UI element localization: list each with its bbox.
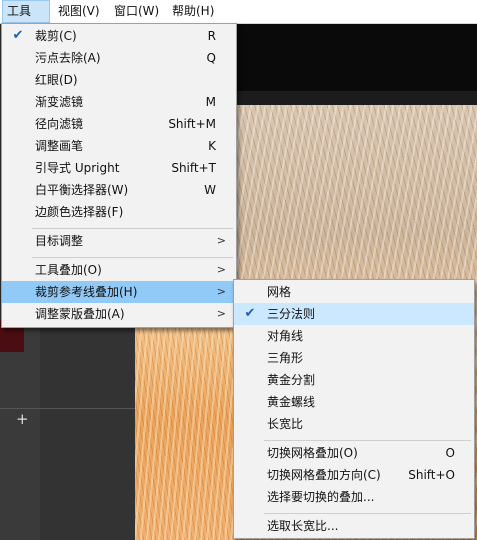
menu-item-shortcut: W [204,183,216,197]
menu-separator [32,257,233,258]
submenu-arrow-icon: > [216,263,226,276]
submenu-item-triangle[interactable]: 三角形 [234,347,474,369]
submenu-item-toggle-grid-overlay[interactable]: 切换网格叠加(O) O [234,442,474,464]
menu-item-label: 白平衡选择器(W) [35,183,129,197]
menu-item-label: 引导式 Upright [35,161,120,175]
menu-item-crop-guide-overlay[interactable]: 裁剪参考线叠加(H) > [2,281,236,303]
submenu-item-grid[interactable]: 网格 [234,281,474,303]
menu-item-label: 网格 [267,285,292,299]
menu-item-label: 径向滤镜 [35,117,84,131]
menu-help[interactable]: 帮助(H) [168,0,218,23]
panel-divider [0,408,135,409]
menu-item-label: 污点去除(A) [35,51,101,65]
menu-item-label: 工具叠加(O) [35,263,102,277]
submenu-item-diagonal[interactable]: 对角线 [234,325,474,347]
menu-item-label: 选取长宽比... [267,519,339,533]
submenu-arrow-icon: > [216,234,226,247]
submenu-item-choose-overlays[interactable]: 选择要切换的叠加... [234,486,474,508]
photo-preview-lower[interactable] [135,320,236,540]
menu-item-label: 黄金螺线 [267,395,316,409]
menu-item-label: 切换网格叠加(O) [267,446,358,460]
check-icon: ✔ [12,28,24,43]
menu-item-guided-upright[interactable]: 引导式 Upright Shift+T [2,157,236,179]
menu-item-label: 裁剪参考线叠加(H) [35,285,138,299]
menu-separator [264,513,471,514]
tools-menu: ✔ 裁剪(C) R 污点去除(A) Q 红眼(D) 渐变滤镜 M 径向滤镜 Sh… [1,23,237,328]
menu-item-label: 三分法则 [267,307,316,321]
submenu-item-aspect-ratio[interactable]: 长宽比 [234,413,474,435]
menu-item-white-balance-selector[interactable]: 白平衡选择器(W) W [2,179,236,201]
menu-item-tool-overlay[interactable]: 工具叠加(O) > [2,259,236,281]
toolbar-dark-area [236,23,477,91]
menu-item-shortcut: R [207,29,216,43]
menu-item-shortcut: M [205,95,216,109]
submenu-item-choose-aspect-ratios[interactable]: 选取长宽比... [234,515,474,537]
menu-item-shortcut: O [445,446,455,460]
menu-window[interactable]: 窗口(W) [110,0,163,23]
menu-item-graduated-filter[interactable]: 渐变滤镜 M [2,91,236,113]
menu-item-shortcut: Q [206,51,216,65]
submenu-item-rule-of-thirds[interactable]: ✔ 三分法则 [234,303,474,325]
check-icon: ✔ [244,306,256,321]
menu-item-label: 调整蒙版叠加(A) [35,307,125,321]
menu-item-red-eye[interactable]: 红眼(D) [2,69,236,91]
menu-item-shortcut: Shift+T [171,161,216,175]
menu-tools[interactable]: 工具(T) [2,0,50,39]
crop-overlay-submenu: 网格 ✔ 三分法则 对角线 三角形 黄金分割 黄金螺线 长宽比 切换网格叠加(O… [233,279,475,539]
menu-item-adjustment-brush[interactable]: 调整画笔 K [2,135,236,157]
menu-item-label: 调整画笔 [35,139,84,153]
menu-item-label: 选择要切换的叠加... [267,490,375,504]
menu-item-shortcut: Shift+O [408,468,455,482]
menu-item-label: 切换网格叠加方向(C) [267,468,381,482]
submenu-item-toggle-overlay-direction[interactable]: 切换网格叠加方向(C) Shift+O [234,464,474,486]
menu-item-label: 长宽比 [267,417,304,431]
toolbar-strip [236,91,477,105]
menu-item-edge-color-selector[interactable]: 边颜色选择器(F) [2,201,236,223]
submenu-item-golden-ratio[interactable]: 黄金分割 [234,369,474,391]
menu-item-label: 三角形 [267,351,304,365]
menu-item-mask-overlay[interactable]: 调整蒙版叠加(A) > [2,303,236,325]
menu-item-label: 目标调整 [35,234,84,248]
menu-separator [32,228,233,229]
add-icon[interactable]: + [16,411,34,427]
menu-bar: 工具(T) 视图(V) 窗口(W) 帮助(H) [0,0,477,39]
menu-item-label: 对角线 [267,329,304,343]
menu-item-label: 黄金分割 [267,373,316,387]
panel-strip [40,320,135,540]
menu-item-shortcut: K [208,139,216,153]
menu-item-radial-filter[interactable]: 径向滤镜 Shift+M [2,113,236,135]
menu-item-label: 边颜色选择器(F) [35,205,124,219]
menu-item-crop[interactable]: ✔ 裁剪(C) R [2,25,236,47]
menu-separator [264,440,471,441]
menu-item-label: 裁剪(C) [35,29,77,43]
menu-item-targeted-adjustment[interactable]: 目标调整 > [2,230,236,252]
submenu-arrow-icon: > [216,307,226,320]
menu-item-label: 渐变滤镜 [35,95,84,109]
submenu-arrow-icon: > [216,285,226,298]
submenu-item-golden-spiral[interactable]: 黄金螺线 [234,391,474,413]
menu-item-spot-removal[interactable]: 污点去除(A) Q [2,47,236,69]
menu-item-shortcut: Shift+M [168,117,216,131]
menu-view[interactable]: 视图(V) [54,0,104,23]
menu-item-label: 红眼(D) [35,73,78,87]
